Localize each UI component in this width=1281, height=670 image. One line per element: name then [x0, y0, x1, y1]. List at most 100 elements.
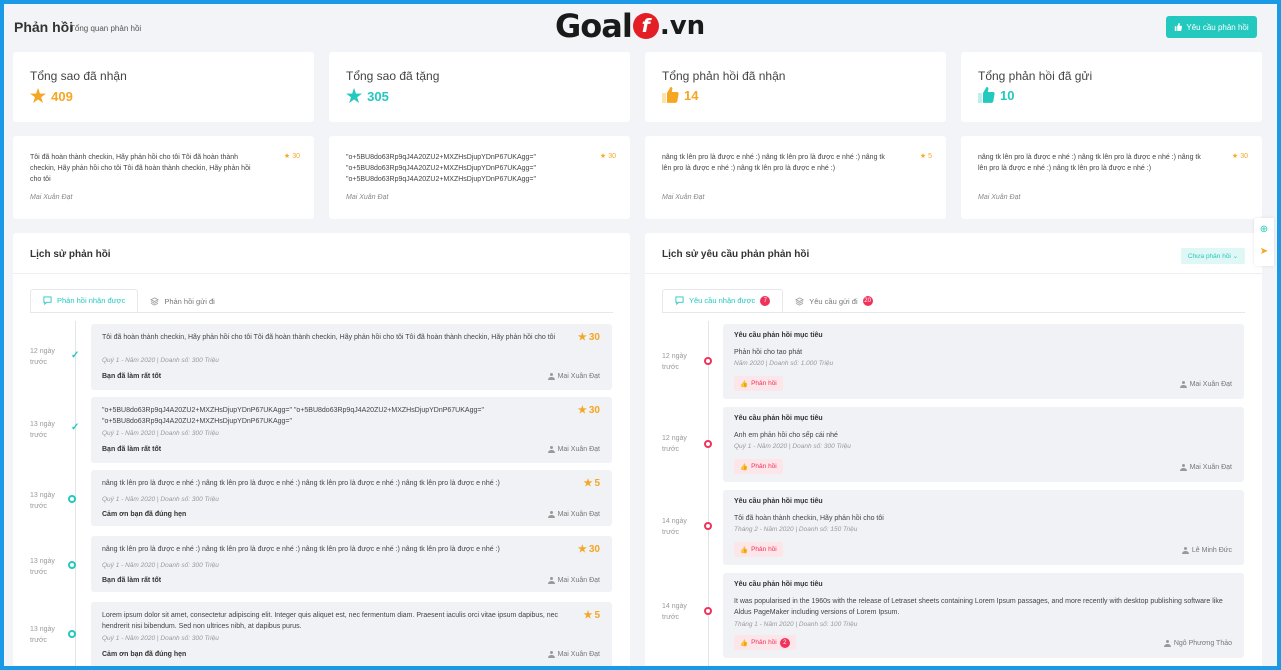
history-item[interactable]: Tôi đã hoàn thành checkin, Hãy phản hồi … — [91, 324, 612, 390]
star-icon: ★ — [577, 544, 587, 555]
tab-feedback-sent[interactable]: Phản hồi gửi đi — [138, 289, 226, 313]
history-text: nâng tk lên pro là được e nhé :) nâng tk… — [102, 546, 500, 553]
item-date: 12 ngày trước — [662, 353, 687, 371]
send-icon[interactable]: ➤ — [1258, 246, 1270, 258]
request-history-panel: Lịch sử yêu cầu phản phản hồi Chưa phản … — [645, 233, 1262, 666]
request-item[interactable]: Yêu cầu phản hồi mục tiêu Anh em phản hồ… — [723, 407, 1244, 482]
history-stars: 5 — [594, 478, 600, 489]
request-author: Mai Xuân Đạt — [1189, 381, 1232, 388]
logo-f-mark: f — [632, 13, 659, 39]
history-item[interactable]: "o+5BU8do63Rp9qJ4A20ZU2+MXZHsDjupYDnP67U… — [91, 397, 612, 463]
stat-value: 10 — [1000, 87, 1015, 103]
request-item[interactable]: Yêu cầu phản hồi mục tiêu Phản hồi cho t… — [723, 324, 1244, 399]
history-text: nâng tk lên pro là được e nhé :) nâng tk… — [102, 480, 500, 487]
tab-label: Phản hồi gửi đi — [164, 296, 215, 306]
feedback-card[interactable]: "o+5BU8do63Rp9qJ4A20ZU2+MXZHsDjupYDnP67U… — [329, 136, 630, 219]
request-desc: Anh em phản hồi cho sếp cái nhé — [734, 432, 838, 439]
page-title: Phản hồi — [14, 19, 74, 35]
history-author: Mai Xuân Đạt — [557, 511, 600, 518]
item-date: 12 ngày trước — [662, 435, 687, 453]
history-comment: Bạn đã làm rất tốt — [102, 373, 162, 380]
respond-button[interactable]: 👍 Phản hồi — [734, 542, 783, 557]
request-item[interactable]: Yêu cầu phản hồi mục tiêu It was popular… — [723, 573, 1244, 658]
feedback-card[interactable]: nâng tk lên pro là được e nhé :) nâng tk… — [961, 136, 1262, 219]
history-meta: Quý 1 - Năm 2020 | Doanh số: 300 Triệu — [102, 357, 219, 364]
request-author: Ngô Phương Thảo — [1173, 640, 1232, 647]
count-badge: 7 — [760, 295, 771, 306]
user-icon — [547, 577, 555, 584]
feedback-text: nâng tk lên pro là được e nhé :) nâng tk… — [978, 154, 1201, 172]
stat-value: 409 — [51, 88, 73, 104]
history-stars: 30 — [588, 405, 600, 416]
star-icon: ★ — [583, 610, 593, 621]
tab-underline — [30, 312, 613, 313]
respond-button[interactable]: 👍 Phản hồi — [734, 459, 783, 474]
feedback-stars: 5 — [928, 152, 932, 160]
check-icon: ✓ — [71, 350, 80, 361]
history-item[interactable]: nâng tk lên pro là được e nhé :) nâng tk… — [91, 536, 612, 592]
history-text: Lorem ipsum dolor sit amet, consectetur … — [102, 612, 558, 630]
feedback-history-panel: Lịch sử phản hồi Phản hồi nhận được Phản… — [13, 233, 630, 666]
item-date: 13 ngày trước — [30, 558, 55, 576]
request-desc: Phản hồi cho tao phát — [734, 349, 803, 356]
history-comment: Bạn đã làm rất tốt — [102, 577, 162, 584]
history-meta: Quý 1 - Năm 2020 | Doanh số: 300 Triệu — [102, 635, 219, 642]
user-icon — [1163, 640, 1171, 647]
request-feedback-label: Yêu cầu phản hồi — [1186, 22, 1249, 32]
feedback-stars: 30 — [1240, 152, 1248, 160]
request-item[interactable]: Yêu cầu phản hồi mục tiêu Tôi đã hoàn th… — [723, 490, 1244, 565]
thumbs-up-icon: 👍 — [740, 380, 749, 388]
timeline-marker — [704, 607, 712, 615]
feedback-text: "o+5BU8do63Rp9qJ4A20ZU2+MXZHsDjupYDnP67U… — [346, 154, 536, 183]
history-meta: Quý 1 - Năm 2020 | Doanh số: 300 Triệu — [102, 430, 219, 437]
item-date: 12 ngày trước — [30, 348, 55, 366]
feedback-card[interactable]: Tôi đã hoàn thành checkin, Hãy phản hồi … — [13, 136, 314, 219]
request-feedback-button[interactable]: Yêu cầu phản hồi — [1166, 16, 1257, 38]
timeline-marker — [68, 630, 76, 638]
history-author: Mai Xuân Đạt — [557, 577, 600, 584]
star-icon: ★ — [30, 86, 47, 106]
history-item[interactable]: Lorem ipsum dolor sit amet, consectetur … — [91, 602, 612, 666]
user-icon — [547, 511, 555, 518]
timeline-marker — [704, 440, 712, 448]
star-icon: ★ — [1231, 153, 1239, 160]
history-item[interactable]: nâng tk lên pro là được e nhé :) nâng tk… — [91, 470, 612, 526]
feedback-text: Tôi đã hoàn thành checkin, Hãy phản hồi … — [30, 154, 251, 183]
history-author: Mai Xuân Đạt — [557, 446, 600, 453]
app-frame: Phản hồi Tổng quan phản hồi Goal f .vn Y… — [4, 4, 1277, 666]
history-author: Mai Xuân Đạt — [557, 651, 600, 658]
tab-label: Yêu cầu nhận được — [689, 296, 756, 305]
tab-feedback-received[interactable]: Phản hồi nhận được — [30, 289, 139, 313]
tab-requests-sent[interactable]: Yêu cầu gửi đi 20 — [783, 289, 884, 313]
settings-icon[interactable]: ⊕ — [1258, 224, 1270, 236]
count-badge: 2 — [779, 637, 790, 648]
timeline-line — [75, 321, 76, 666]
history-comment: Bạn đã làm rất tốt — [102, 446, 162, 453]
thumbs-up-icon: 👍 — [740, 463, 749, 471]
item-date: 13 ngày trước — [30, 492, 55, 510]
status-filter-dropdown[interactable]: Chưa phản hồi ⌄ — [1181, 248, 1245, 264]
divider — [13, 273, 630, 274]
feedback-card[interactable]: nâng tk lên pro là được e nhé :) nâng tk… — [645, 136, 946, 219]
star-icon: ★ — [283, 153, 291, 160]
user-icon — [1179, 464, 1187, 471]
respond-button[interactable]: 👍 Phản hồi 2 — [734, 635, 796, 650]
history-author: Mai Xuân Đạt — [557, 373, 600, 380]
logo-text-vn: .vn — [659, 11, 706, 41]
respond-button[interactable]: 👍 Phản hồi — [734, 376, 783, 391]
stat-label: Tổng sao đã tặng — [346, 69, 440, 83]
thumbs-up-icon — [1175, 23, 1183, 31]
feedback-author: Mai Xuân Đạt — [978, 194, 1021, 201]
user-icon — [547, 651, 555, 658]
feedback-stars: 30 — [608, 152, 616, 160]
history-stars: 30 — [588, 544, 600, 555]
star-icon: ★ — [583, 478, 593, 489]
tab-requests-received[interactable]: Yêu cầu nhận được 7 — [662, 289, 784, 313]
chat-icon — [675, 296, 684, 305]
check-icon: ✓ — [71, 422, 80, 433]
feedback-author: Mai Xuân Đạt — [346, 194, 389, 201]
timeline-marker — [68, 561, 76, 569]
goalf-logo[interactable]: Goal f .vn — [555, 7, 706, 45]
request-meta: Tháng 2 - Năm 2020 | Doanh số: 150 Triệu — [734, 526, 858, 533]
feedback-author: Mai Xuân Đạt — [662, 194, 705, 201]
